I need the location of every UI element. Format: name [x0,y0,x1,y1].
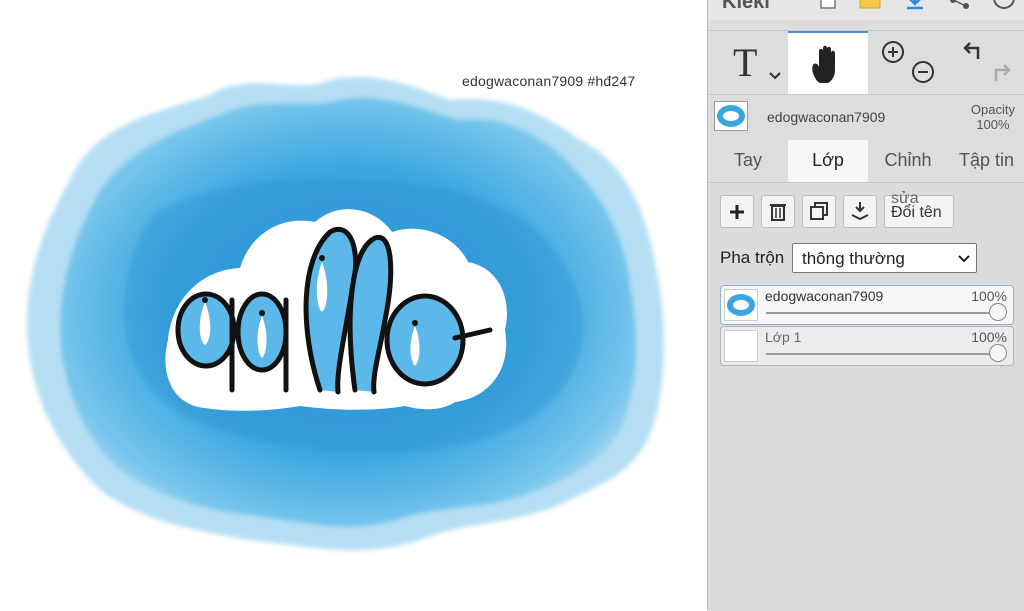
blend-mode-value: thông thường [802,249,905,268]
watermark-text: edogwaconan7909 #hđ247 [462,73,636,89]
layer-name: edogwaconan7909 [767,109,886,125]
artwork [26,76,665,551]
text-tool-icon: T [733,40,758,85]
layer-row-opacity: 100% [971,329,1007,345]
layer-thumbnail [724,330,758,362]
hand-tool[interactable] [788,31,868,94]
tab-file[interactable]: Tập tin [948,140,1024,182]
text-tool[interactable]: T [708,31,788,94]
layer-row-opacity: 100% [971,288,1007,304]
opacity-slider-handle[interactable] [989,303,1007,321]
opacity-value: 100% [976,117,1010,132]
opacity-readout: Opacity 100% [971,102,1015,132]
app-logo: Kleki [722,0,770,13]
zoom-tools [868,31,948,94]
undo-icon[interactable] [960,39,984,63]
zoom-in-icon[interactable] [880,39,906,65]
delete-layer-button[interactable] [761,195,795,228]
layer-row[interactable]: Lớp 1 100% [720,326,1014,366]
open-folder-icon[interactable] [858,0,882,12]
rename-layer-button[interactable]: sửa Đổi tên [884,190,954,228]
top-bar: Kleki [708,0,1024,20]
drawing-canvas[interactable]: edogwaconan7909 #hđ247 [0,0,707,610]
history-tools [948,31,1024,94]
duplicate-layer-button[interactable] [802,195,836,228]
opacity-label: Opacity [970,102,1015,117]
merge-down-icon [851,202,869,221]
new-file-icon[interactable] [818,0,838,12]
tool-row: T [708,30,1024,95]
blend-mode-select[interactable]: thông thường [792,243,977,273]
layer-row-name: edogwaconan7909 [765,288,884,304]
chevron-down-icon[interactable] [768,71,782,81]
zoom-out-icon[interactable] [910,59,936,85]
download-icon[interactable] [904,0,926,12]
layer-thumbnail [714,101,748,131]
merge-down-button[interactable] [843,195,877,228]
panel-tabs: Tay Lớp Chỉnh Tập tin [708,140,1024,182]
blend-mode-label: Pha trộn [720,248,785,267]
side-panel: Kleki T edogwaconan7909 Opacity 100% Tay… [707,0,1024,611]
layer-row-name: Lớp 1 [765,329,802,345]
redo-icon[interactable] [990,61,1014,85]
duplicate-icon [810,202,828,220]
layer-thumbnail [724,289,758,321]
share-icon[interactable] [948,0,972,12]
layer-row[interactable]: edogwaconan7909 100% [720,285,1014,325]
tab-adjust[interactable]: Chỉnh [868,140,948,182]
trash-icon [770,204,786,221]
opacity-slider-handle[interactable] [989,344,1007,362]
help-icon[interactable] [991,0,1017,12]
chevron-down-icon [958,255,970,263]
opacity-slider-track[interactable] [766,312,998,314]
hand-icon [812,45,835,83]
add-layer-button[interactable] [720,195,754,228]
plus-icon [730,205,744,219]
current-layer-info: edogwaconan7909 Opacity 100% [708,95,1024,139]
opacity-slider-track[interactable] [766,353,998,355]
tab-layers[interactable]: Lớp [788,140,868,182]
layers-panel: sửa Đổi tên Pha trộn thông thường edogwa… [708,182,1024,611]
tab-brush[interactable]: Tay [708,140,788,182]
rename-label: Đổi tên [891,204,942,221]
